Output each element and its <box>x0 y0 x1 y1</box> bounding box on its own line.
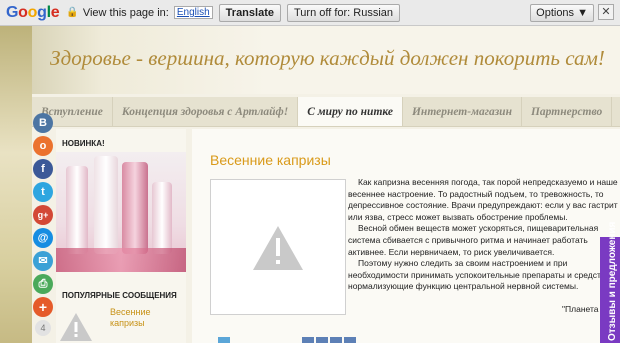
site-header: Здоровье - вершина, которую каждый долже… <box>32 26 620 94</box>
popular-post-link[interactable]: Весенние капризы <box>110 307 180 329</box>
post-paragraph: Весной обмен веществ может ускоряться, п… <box>348 223 599 257</box>
tab-misc[interactable]: С миру по нитке <box>298 97 403 126</box>
lock-icon: 🔒 <box>66 7 79 18</box>
post-paragraph: Поэтому нужно следить за своим настроени… <box>348 258 613 292</box>
tab-shop[interactable]: Интернет-магазин <box>403 97 522 126</box>
image-placeholder-icon <box>253 226 303 270</box>
more-icon[interactable]: + <box>33 297 53 317</box>
twitter-icon[interactable]: t <box>33 182 53 202</box>
background-decoration <box>0 26 32 343</box>
options-button[interactable]: Options ▼ <box>530 4 594 22</box>
turn-off-button[interactable]: Turn off for: Russian <box>286 3 401 22</box>
google-translate-bar: Google 🔒 View this page in: English Tran… <box>0 0 620 26</box>
close-icon[interactable]: ✕ <box>598 4 614 20</box>
vk-icon[interactable]: В <box>33 113 53 133</box>
share-count: 4 <box>35 320 51 336</box>
post-title[interactable]: Весенние капризы <box>210 152 331 168</box>
facebook-icon[interactable]: f <box>33 159 53 179</box>
mail-icon[interactable]: @ <box>33 228 53 248</box>
post-body: Как капризна весенняя погода, так порой … <box>348 177 620 293</box>
post-paragraph: Как капризна весенняя погода, так порой … <box>348 177 618 222</box>
image-placeholder-icon[interactable] <box>56 309 96 343</box>
view-page-label: View this page in: <box>82 6 169 19</box>
new-product-heading: НОВИНКА! <box>62 139 105 148</box>
language-select[interactable]: English <box>173 6 213 19</box>
tab-partnership[interactable]: Партнерство <box>522 97 613 126</box>
feedback-label: Отзывы и предложения <box>607 221 618 341</box>
email-icon[interactable]: ✉ <box>33 251 53 271</box>
share-buttons: В о f t g+ @ ✉ ⎙ + 4 <box>33 113 53 336</box>
product-image[interactable] <box>56 152 186 272</box>
sidebar: НОВИНКА! ПОПУЛЯРНЫЕ СООБЩЕНИЯ Весенние к… <box>56 129 186 343</box>
site-title[interactable]: Здоровье - вершина, которую каждый долже… <box>50 46 605 71</box>
popular-posts-heading: ПОПУЛЯРНЫЕ СООБЩЕНИЯ <box>62 291 177 300</box>
main-content: Весенние капризы Как капризна весенняя п… <box>192 129 620 343</box>
tab-health-concept[interactable]: Концепция здоровья с Артлайф! <box>113 97 299 126</box>
print-icon[interactable]: ⎙ <box>33 274 53 294</box>
google-plus-icon[interactable]: g+ <box>33 205 53 225</box>
post-share-row[interactable] <box>218 337 358 343</box>
main-nav: Вступление Концепция здоровья с Артлайф!… <box>32 97 620 127</box>
feedback-tab[interactable]: Отзывы и предложения <box>600 222 620 343</box>
odnoklassniki-icon[interactable]: о <box>33 136 53 156</box>
post-image[interactable] <box>210 179 346 315</box>
google-logo: Google <box>6 3 60 21</box>
translate-button[interactable]: Translate <box>218 3 281 22</box>
